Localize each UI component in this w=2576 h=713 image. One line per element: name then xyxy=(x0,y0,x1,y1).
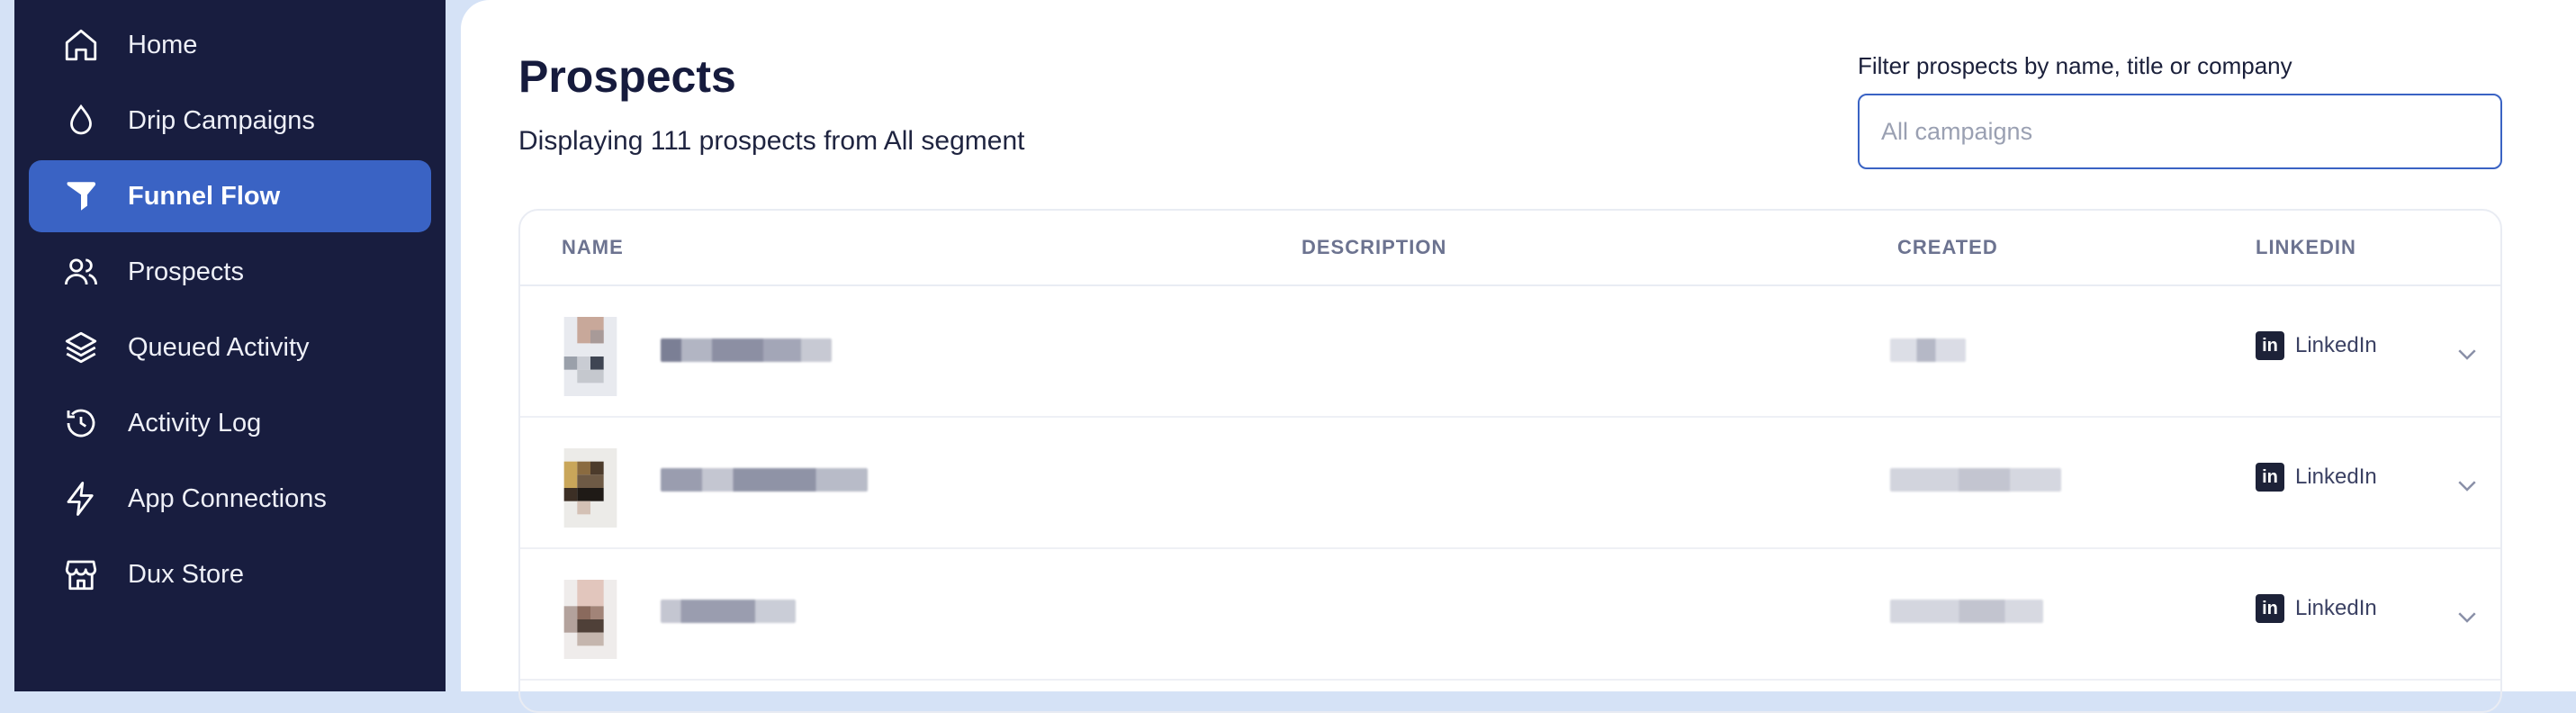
filter-label: Filter prospects by name, title or compa… xyxy=(1858,52,2292,79)
table-row[interactable]: in LinkedIn xyxy=(520,286,2500,418)
sidebar: Home Drip Campaigns Funnel Flow Prospect… xyxy=(14,0,446,691)
sidebar-item-prospects[interactable]: Prospects xyxy=(29,236,431,308)
linkedin-link[interactable]: in LinkedIn xyxy=(2256,331,2377,360)
table-row[interactable]: in LinkedIn xyxy=(520,549,2500,681)
sidebar-item-label: App Connections xyxy=(128,483,327,513)
sidebar-item-label: Activity Log xyxy=(128,408,262,438)
avatar xyxy=(562,580,619,659)
page-title: Prospects xyxy=(518,51,736,102)
linkedin-link[interactable]: in LinkedIn xyxy=(2256,594,2377,623)
sidebar-item-label: Drip Campaigns xyxy=(128,105,315,135)
linkedin-icon: in xyxy=(2256,463,2284,492)
chevron-down-icon[interactable] xyxy=(2454,603,2481,630)
page-subtitle: Displaying 111 prospects from All segmen… xyxy=(518,126,1025,156)
sidebar-item-label: Dux Store xyxy=(128,559,244,589)
linkedin-icon: in xyxy=(2256,594,2284,623)
linkedin-label: LinkedIn xyxy=(2295,465,2377,489)
bolt-icon xyxy=(61,479,101,519)
sidebar-item-activity-log[interactable]: Activity Log xyxy=(29,387,431,459)
filter-input[interactable] xyxy=(1858,94,2502,169)
prospect-name-redacted xyxy=(661,468,868,492)
sidebar-item-dux-store[interactable]: Dux Store xyxy=(29,538,431,610)
linkedin-label: LinkedIn xyxy=(2295,333,2377,357)
home-icon xyxy=(61,25,101,65)
sidebar-item-home[interactable]: Home xyxy=(29,9,431,81)
sidebar-item-funnel-flow[interactable]: Funnel Flow xyxy=(29,160,431,232)
prospect-name-redacted xyxy=(661,338,832,362)
linkedin-label: LinkedIn xyxy=(2295,596,2377,620)
main-content: Prospects Displaying 111 prospects from … xyxy=(461,0,2576,713)
chevron-down-icon[interactable] xyxy=(2454,472,2481,499)
column-header-linkedin[interactable]: LINKEDIN xyxy=(2256,236,2356,259)
chevron-down-icon[interactable] xyxy=(2454,340,2481,367)
store-icon xyxy=(61,555,101,594)
created-date-redacted xyxy=(1890,468,2061,492)
column-header-description[interactable]: DESCRIPTION xyxy=(1302,236,1446,259)
prospect-name-redacted xyxy=(661,600,796,623)
table-row[interactable]: in LinkedIn xyxy=(520,418,2500,549)
funnel-icon xyxy=(61,176,101,216)
avatar xyxy=(562,317,619,396)
layers-icon xyxy=(61,328,101,367)
users-icon xyxy=(61,252,101,292)
column-header-name[interactable]: NAME xyxy=(562,236,624,259)
table-header: NAME DESCRIPTION CREATED LINKEDIN xyxy=(520,211,2500,286)
linkedin-link[interactable]: in LinkedIn xyxy=(2256,463,2377,492)
sidebar-item-drip-campaigns[interactable]: Drip Campaigns xyxy=(29,85,431,157)
sidebar-item-label: Prospects xyxy=(128,257,244,286)
sidebar-item-label: Queued Activity xyxy=(128,332,310,362)
column-header-created[interactable]: CREATED xyxy=(1897,236,1998,259)
sidebar-item-label: Funnel Flow xyxy=(128,181,281,211)
created-date-redacted xyxy=(1890,600,2043,623)
sidebar-item-app-connections[interactable]: App Connections xyxy=(29,463,431,535)
sidebar-item-queued-activity[interactable]: Queued Activity xyxy=(29,311,431,384)
linkedin-icon: in xyxy=(2256,331,2284,360)
sidebar-item-label: Home xyxy=(128,30,198,59)
history-icon xyxy=(61,403,101,443)
avatar xyxy=(562,448,619,528)
prospects-table: NAME DESCRIPTION CREATED LINKEDIN in Lin… xyxy=(518,209,2502,713)
created-date-redacted xyxy=(1890,338,1966,362)
droplet-icon xyxy=(61,101,101,140)
